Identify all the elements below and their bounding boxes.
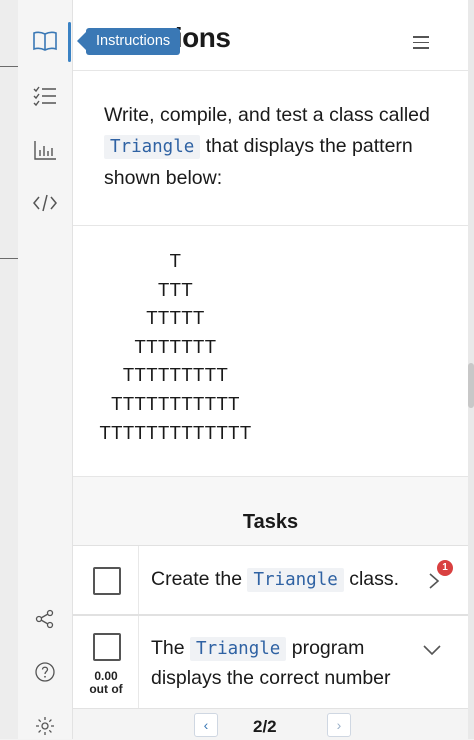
task-checkbox[interactable]	[93, 633, 121, 661]
task-item-1[interactable]: Create the Triangle class.	[73, 545, 468, 615]
pattern-line: TTT	[157, 278, 194, 300]
task-item-2[interactable]: 0.00 out of The Triangle program display…	[73, 615, 468, 717]
intro-text-before: Write, compile, and test a class called	[104, 104, 430, 126]
code-icon[interactable]	[32, 190, 58, 216]
instructions-panel: ctions Instructions Write, compile, and …	[73, 0, 469, 740]
tasks-heading: Tasks	[242, 511, 299, 533]
task-code: Triangle	[190, 637, 287, 661]
triangle-pattern: T TTT TTTTT TTTTTTT TTTTTTTTT TTTTTTTTTT…	[73, 247, 278, 447]
share-icon[interactable]	[32, 606, 58, 632]
divider	[73, 225, 468, 226]
task-text: Create the Triangle class.	[151, 565, 399, 595]
instructions-tooltip: Instructions	[76, 28, 181, 55]
menu-icon[interactable]	[413, 36, 429, 53]
task-text-before: Create the	[151, 568, 243, 590]
divider	[0, 66, 18, 67]
task-text-before: The	[151, 637, 185, 659]
help-icon[interactable]	[32, 659, 58, 685]
task-text: The Triangle program displays the correc…	[151, 634, 411, 693]
divider	[0, 258, 18, 259]
panel-header: ctions Instructions	[73, 0, 468, 71]
pattern-line: TTTTTTTTTTT	[111, 392, 240, 414]
active-indicator	[68, 22, 71, 62]
task-code: Triangle	[247, 568, 344, 592]
instructions-text: Write, compile, and test a class called …	[104, 100, 444, 194]
pagination-bar: ‹ 2/2 ›	[73, 708, 468, 740]
side-rail	[18, 0, 73, 739]
class-name-code: Triangle	[104, 135, 201, 159]
task-text-after: class.	[349, 568, 400, 590]
checklist-icon[interactable]	[32, 83, 58, 109]
divider	[73, 476, 468, 477]
chevron-right-icon[interactable]	[428, 572, 440, 590]
pattern-line: TTTTTTT	[134, 335, 217, 357]
task-score: 0.00	[94, 669, 118, 683]
pattern-line: TTTTTTTTTTTTT	[99, 421, 252, 443]
pattern-line: TTTTT	[146, 307, 205, 329]
task-checkbox[interactable]	[93, 567, 121, 595]
next-page-button[interactable]: ›	[327, 713, 351, 737]
divider	[138, 616, 139, 716]
pattern-line: T	[169, 250, 182, 271]
book-icon[interactable]	[32, 28, 58, 54]
pattern-line: TTTTTTTTT	[122, 364, 229, 386]
background-window-edge	[0, 0, 19, 739]
divider	[138, 546, 139, 614]
bar-chart-icon[interactable]	[32, 137, 58, 163]
notification-badge: 1	[437, 560, 453, 576]
prev-page-button[interactable]: ‹	[194, 713, 218, 737]
chevron-down-icon[interactable]	[422, 644, 442, 656]
page-counter: 2/2	[253, 717, 277, 736]
scrollbar-thumb[interactable]	[468, 363, 474, 408]
task-score-label: out of	[89, 682, 123, 696]
settings-icon[interactable]	[32, 713, 58, 739]
